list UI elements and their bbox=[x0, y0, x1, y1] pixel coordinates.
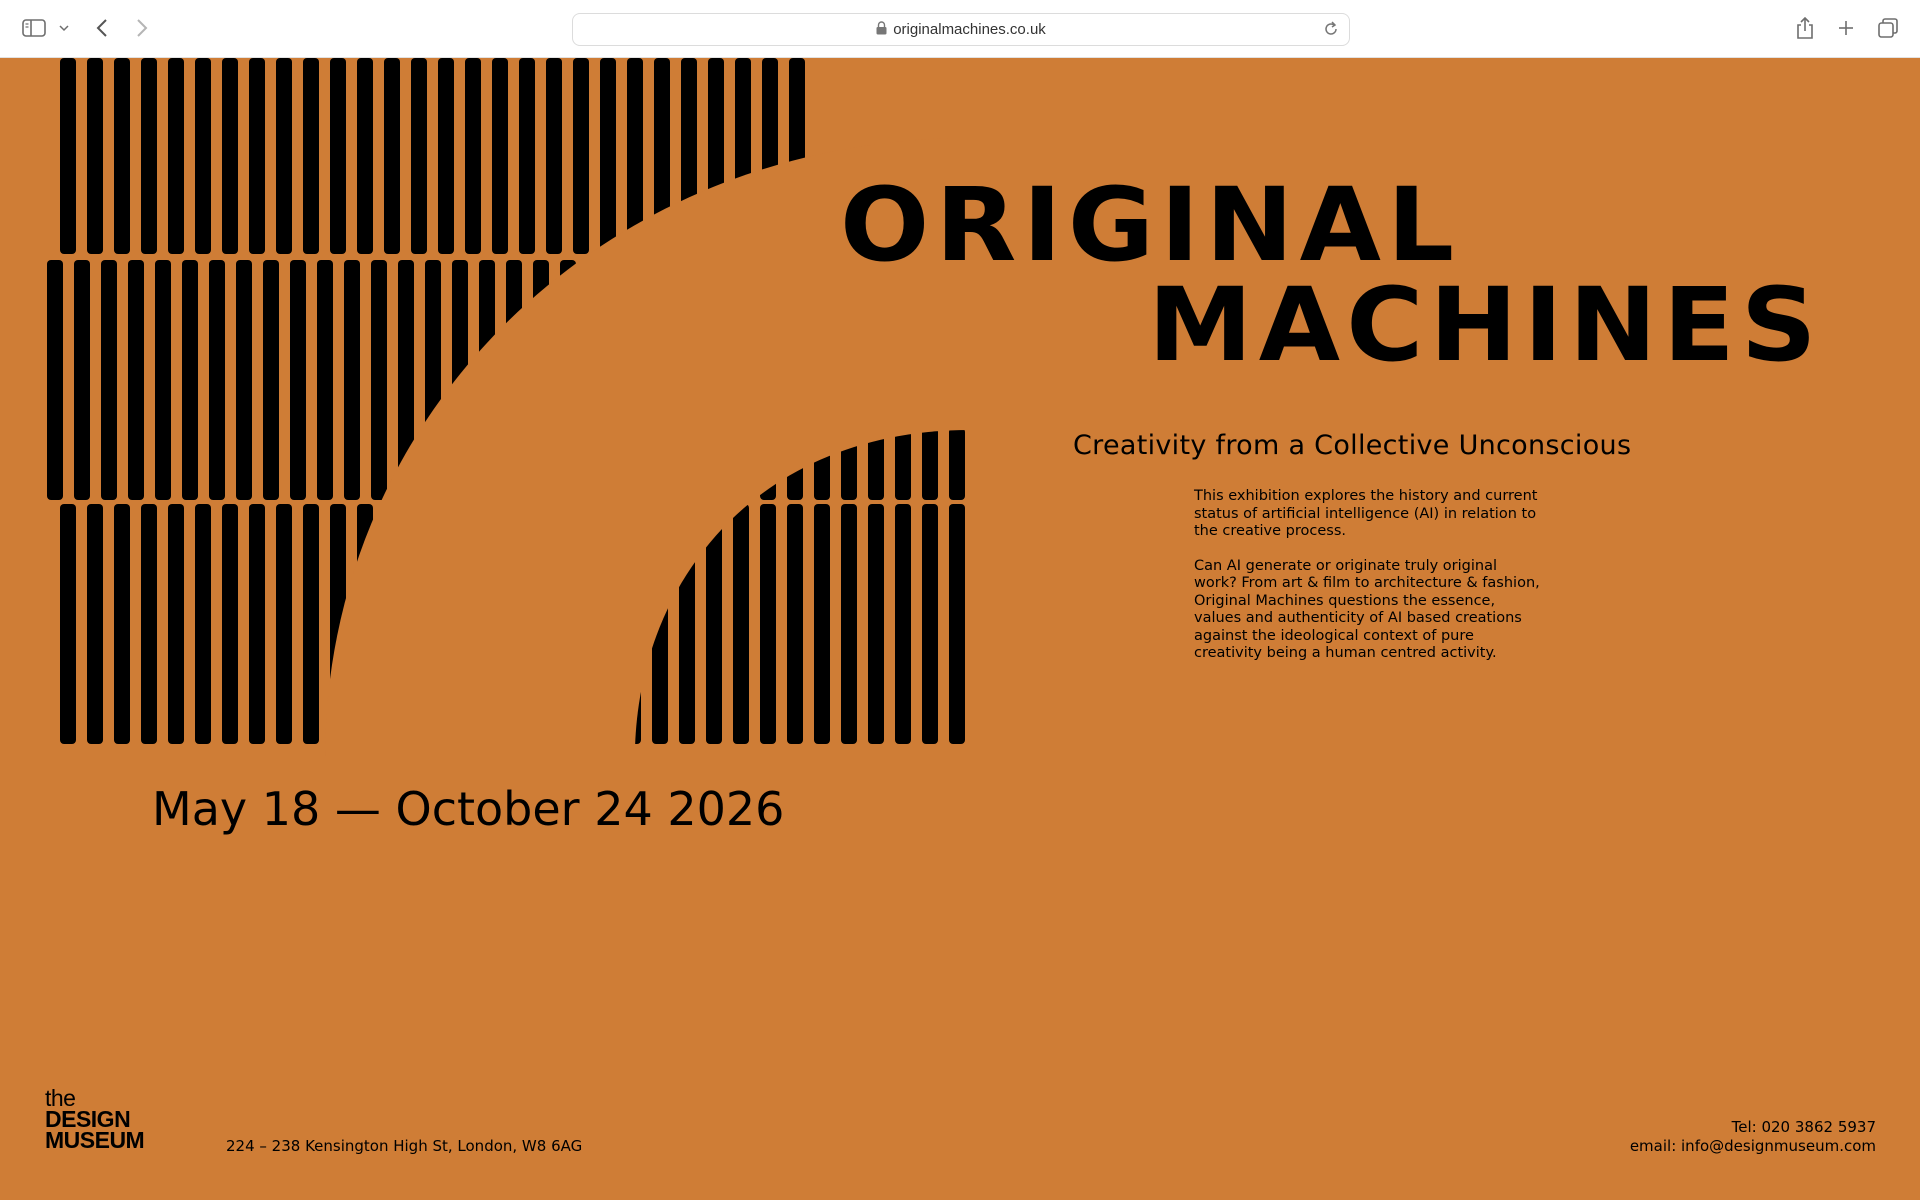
lock-icon bbox=[876, 20, 887, 39]
stripe bbox=[411, 58, 427, 254]
stripe bbox=[976, 504, 992, 744]
sidebar-icon[interactable] bbox=[20, 16, 48, 40]
stripe bbox=[357, 58, 373, 254]
poster: ORIGINAL MACHINES Creativity from a Coll… bbox=[0, 58, 1920, 1200]
stripe bbox=[976, 428, 992, 500]
address: 224 – 238 Kensington High St, London, W8… bbox=[226, 1137, 583, 1155]
forward-arrow-icon[interactable] bbox=[132, 16, 152, 40]
back-arrow-icon[interactable] bbox=[92, 16, 112, 40]
stripe bbox=[195, 504, 211, 744]
stripe bbox=[787, 504, 803, 744]
stripe bbox=[114, 58, 130, 254]
stripe bbox=[344, 260, 360, 500]
stripe bbox=[87, 58, 103, 254]
stripe bbox=[249, 58, 265, 254]
stripe bbox=[371, 260, 387, 500]
address-bar[interactable]: originalmachines.co.uk bbox=[572, 13, 1350, 46]
stripe bbox=[195, 58, 211, 254]
description: This exhibition explores the history and… bbox=[1194, 488, 1544, 680]
stripe bbox=[60, 504, 76, 744]
stripe bbox=[47, 260, 63, 500]
stripe bbox=[303, 58, 319, 254]
stripe bbox=[276, 504, 292, 744]
logo-line: MUSEUM bbox=[45, 1127, 145, 1153]
stripe bbox=[290, 260, 306, 500]
stripe bbox=[263, 260, 279, 500]
share-icon[interactable] bbox=[1793, 16, 1817, 40]
stripe bbox=[841, 504, 857, 744]
stripe bbox=[168, 58, 184, 254]
stripe bbox=[949, 430, 965, 500]
stripe bbox=[128, 260, 144, 500]
stripe bbox=[155, 260, 171, 500]
browser-toolbar: originalmachines.co.uk bbox=[0, 0, 1920, 58]
contact-info: Tel: 020 3862 5937 email: info@designmus… bbox=[1630, 1118, 1876, 1156]
stripe bbox=[895, 504, 911, 744]
stripe bbox=[895, 430, 911, 500]
stripe bbox=[519, 58, 535, 254]
subtitle: Creativity from a Collective Unconscious bbox=[1073, 430, 1632, 461]
stripe bbox=[922, 504, 938, 744]
stripe bbox=[209, 260, 225, 500]
stripe bbox=[236, 260, 252, 500]
stripe bbox=[922, 430, 938, 500]
description-paragraph: Can AI generate or originate truly origi… bbox=[1194, 557, 1540, 662]
stripe bbox=[384, 58, 400, 254]
design-museum-logo: the DESIGN MUSEUM bbox=[45, 1087, 145, 1153]
stripe bbox=[222, 504, 238, 744]
stripe bbox=[733, 504, 749, 744]
tabs-overview-icon[interactable] bbox=[1876, 16, 1900, 40]
stripe bbox=[814, 504, 830, 744]
stripe bbox=[276, 58, 292, 254]
stripe bbox=[141, 504, 157, 744]
stripe bbox=[317, 260, 333, 500]
stripe bbox=[182, 260, 198, 500]
stripe bbox=[141, 58, 157, 254]
email: email: info@designmuseum.com bbox=[1629, 1137, 1876, 1155]
reload-icon[interactable] bbox=[1323, 20, 1339, 42]
striped-arch-graphic bbox=[47, 58, 992, 758]
exhibition-dates: May 18 — October 24 2026 bbox=[152, 782, 785, 836]
stripe bbox=[222, 58, 238, 254]
stripe bbox=[465, 58, 481, 254]
stripe bbox=[760, 504, 776, 744]
stripe bbox=[168, 504, 184, 744]
description-paragraph: This exhibition explores the history and… bbox=[1194, 488, 1538, 539]
telephone: Tel: 020 3862 5937 bbox=[1731, 1118, 1876, 1136]
title-line-2: MACHINES bbox=[1148, 266, 1823, 385]
stripe bbox=[868, 504, 884, 744]
stripe bbox=[573, 58, 589, 254]
stripe bbox=[546, 58, 562, 254]
stripe bbox=[60, 58, 76, 254]
stripe bbox=[303, 504, 319, 744]
stripe bbox=[74, 260, 90, 500]
stripe bbox=[87, 504, 103, 744]
stripe bbox=[330, 58, 346, 254]
url-text: originalmachines.co.uk bbox=[893, 21, 1046, 38]
stripe bbox=[600, 58, 616, 254]
chevron-down-icon[interactable] bbox=[57, 16, 71, 40]
title-line-1: ORIGINAL bbox=[840, 166, 1461, 285]
plus-icon[interactable] bbox=[1834, 16, 1858, 40]
stripe bbox=[249, 504, 265, 744]
stripe bbox=[949, 504, 965, 744]
stripe bbox=[438, 58, 454, 254]
stripe bbox=[114, 504, 130, 744]
stripe bbox=[101, 260, 117, 500]
stripe bbox=[492, 58, 508, 254]
